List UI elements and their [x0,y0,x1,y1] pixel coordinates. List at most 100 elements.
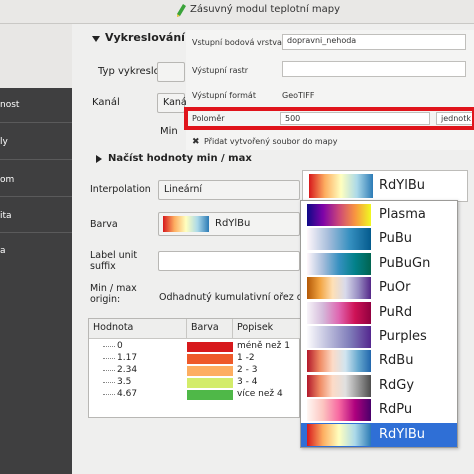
row-label: 2 - 3 [237,365,258,375]
ramp-option-swatch [307,350,371,373]
sidebar-divider [0,232,72,233]
interpolation-select[interactable]: Lineární [158,180,300,200]
table-row[interactable]: 4.67 více než 4 [89,389,301,400]
collapse-icon[interactable] [92,36,100,42]
interpolation-label: Interpolation [90,184,151,195]
sidebar-item-1[interactable]: nost [0,100,19,110]
current-ramp-swatch [309,174,373,198]
row-value: 0 [117,341,123,351]
sidebar-item-3[interactable]: om [0,175,14,185]
interpolation-value: Lineární [164,184,203,195]
color-ramp-value: RdYlBu [215,218,251,229]
ramp-option-label: PuRd [379,304,413,320]
column-header-label[interactable]: Popisek [233,319,301,339]
row-color-swatch[interactable] [187,366,233,376]
checkbox-checked-icon[interactable]: ✖ [192,137,200,147]
ramp-combo-current[interactable]: RdYlBu [302,170,468,202]
column-header-value[interactable]: Hodnota [89,319,187,339]
color-ramp-select[interactable]: RdYlBu [158,212,300,236]
ramp-option[interactable]: PuBu [301,227,457,251]
column-header-color[interactable]: Barva [187,319,233,339]
sidebar: nost ly om ita a [0,24,72,474]
ramp-option[interactable]: RdBu [301,349,457,373]
ramp-dropdown-list: Plasma PuBu PuBuGn PuOr PuRd Purples RdBu RdGy R… [300,200,458,448]
minmax-origin-label: Min / max origin: [90,283,137,305]
input-layer-field[interactable]: dopravni_nehoda [282,34,466,50]
unit-suffix-label: Label unit suffix [90,250,138,272]
input-layer-label: Vstupní bodová vrstva [192,38,282,47]
sidebar-divider [0,196,72,197]
ramp-option[interactable]: PuRd [301,301,457,325]
ramp-option-swatch [307,252,371,275]
output-format-value: GeoTIFF [282,91,315,100]
ramp-option-swatch [307,228,371,251]
ramp-option-label: Purples [379,329,427,344]
sidebar-item-5[interactable]: a [0,246,6,256]
row-label: 3 - 4 [237,377,258,387]
ramp-option-swatch [307,399,371,422]
sidebar-item-2[interactable]: ly [0,137,8,147]
ramp-option[interactable]: RdGy [301,374,457,398]
row-color-swatch[interactable] [187,342,233,352]
row-color-swatch[interactable] [187,354,233,364]
color-classes-table: Hodnota Barva Popisek 0 méně než 1 1.17 … [88,318,301,418]
ramp-option[interactable]: Plasma [301,203,457,227]
title-bar: Zásuvný modul teplotní mapy [0,0,474,24]
expand-icon[interactable] [96,155,102,163]
color-label: Barva [90,219,118,230]
ramp-option-swatch [307,423,371,446]
row-color-swatch[interactable] [187,390,233,400]
ramp-option[interactable]: PuOr [301,276,457,300]
table-row[interactable]: 2.34 2 - 3 [89,365,301,376]
minmax-origin-value: Odhadnutý kumulativní ořez of [159,292,306,303]
table-row[interactable]: 1.17 1 -2 [89,353,301,364]
section-title-render: Vykreslování p [105,31,197,44]
row-value: 2.34 [117,365,138,375]
row-label: více než 4 [237,389,283,399]
current-ramp-name: RdYlBu [379,178,425,193]
row-value: 4.67 [117,389,138,399]
ramp-option-swatch [307,204,371,226]
tree-connector [103,358,115,359]
ramp-option-label: RdPu [379,402,413,418]
ramp-option-label: RdBu [379,353,414,369]
tree-connector [103,346,115,347]
tree-connector [103,370,115,371]
sidebar-divider [0,159,72,160]
color-ramp-preview [163,216,209,232]
ramp-option-swatch [307,326,371,348]
min-label: Min [160,126,178,137]
sidebar-item-4[interactable]: ita [0,211,12,221]
tree-connector [103,382,115,383]
ramp-option-label: RdGy [379,377,415,393]
row-value: 3.5 [117,377,132,387]
ramp-option[interactable]: RdYlBu [301,422,457,447]
ramp-option-swatch [307,277,371,300]
ramp-option-swatch [307,301,371,324]
ramp-option[interactable]: RdPu [301,398,457,422]
add-to-map-label: Přidat vytvořený soubor do mapy [204,137,338,146]
output-raster-field[interactable] [282,61,466,77]
ramp-option[interactable]: Purples [301,325,457,349]
heatmap-plugin-window: Zásuvný modul teplotní mapy nost ly om i… [0,0,474,474]
sidebar-top [0,24,72,88]
ramp-option-label: PuBu [379,231,413,247]
render-type-select[interactable] [157,62,185,82]
ramp-option-label: Plasma [379,207,426,222]
ramp-option[interactable]: PuBuGn [301,252,457,276]
ramp-option-label: RdYlBu [379,426,425,442]
section-title-minmax: Načíst hodnoty min / max [108,153,252,164]
channel-select[interactable]: Kaná [157,93,187,113]
pencil-icon [177,4,186,17]
ramp-option-swatch [307,374,371,397]
window-title: Zásuvný modul teplotní mapy [190,4,341,15]
settings-overlay: Vstupní bodová vrstva dopravni_nehoda Vý… [186,30,474,150]
row-label: 1 -2 [237,353,255,363]
table-row[interactable]: 3.5 3 - 4 [89,377,301,388]
sidebar-divider [0,122,72,123]
output-raster-label: Výstupní rastr [192,66,249,75]
row-color-swatch[interactable] [187,378,233,388]
unit-suffix-input[interactable] [158,251,300,271]
row-label: méně než 1 [237,341,290,351]
table-row[interactable]: 0 méně než 1 [89,341,301,352]
